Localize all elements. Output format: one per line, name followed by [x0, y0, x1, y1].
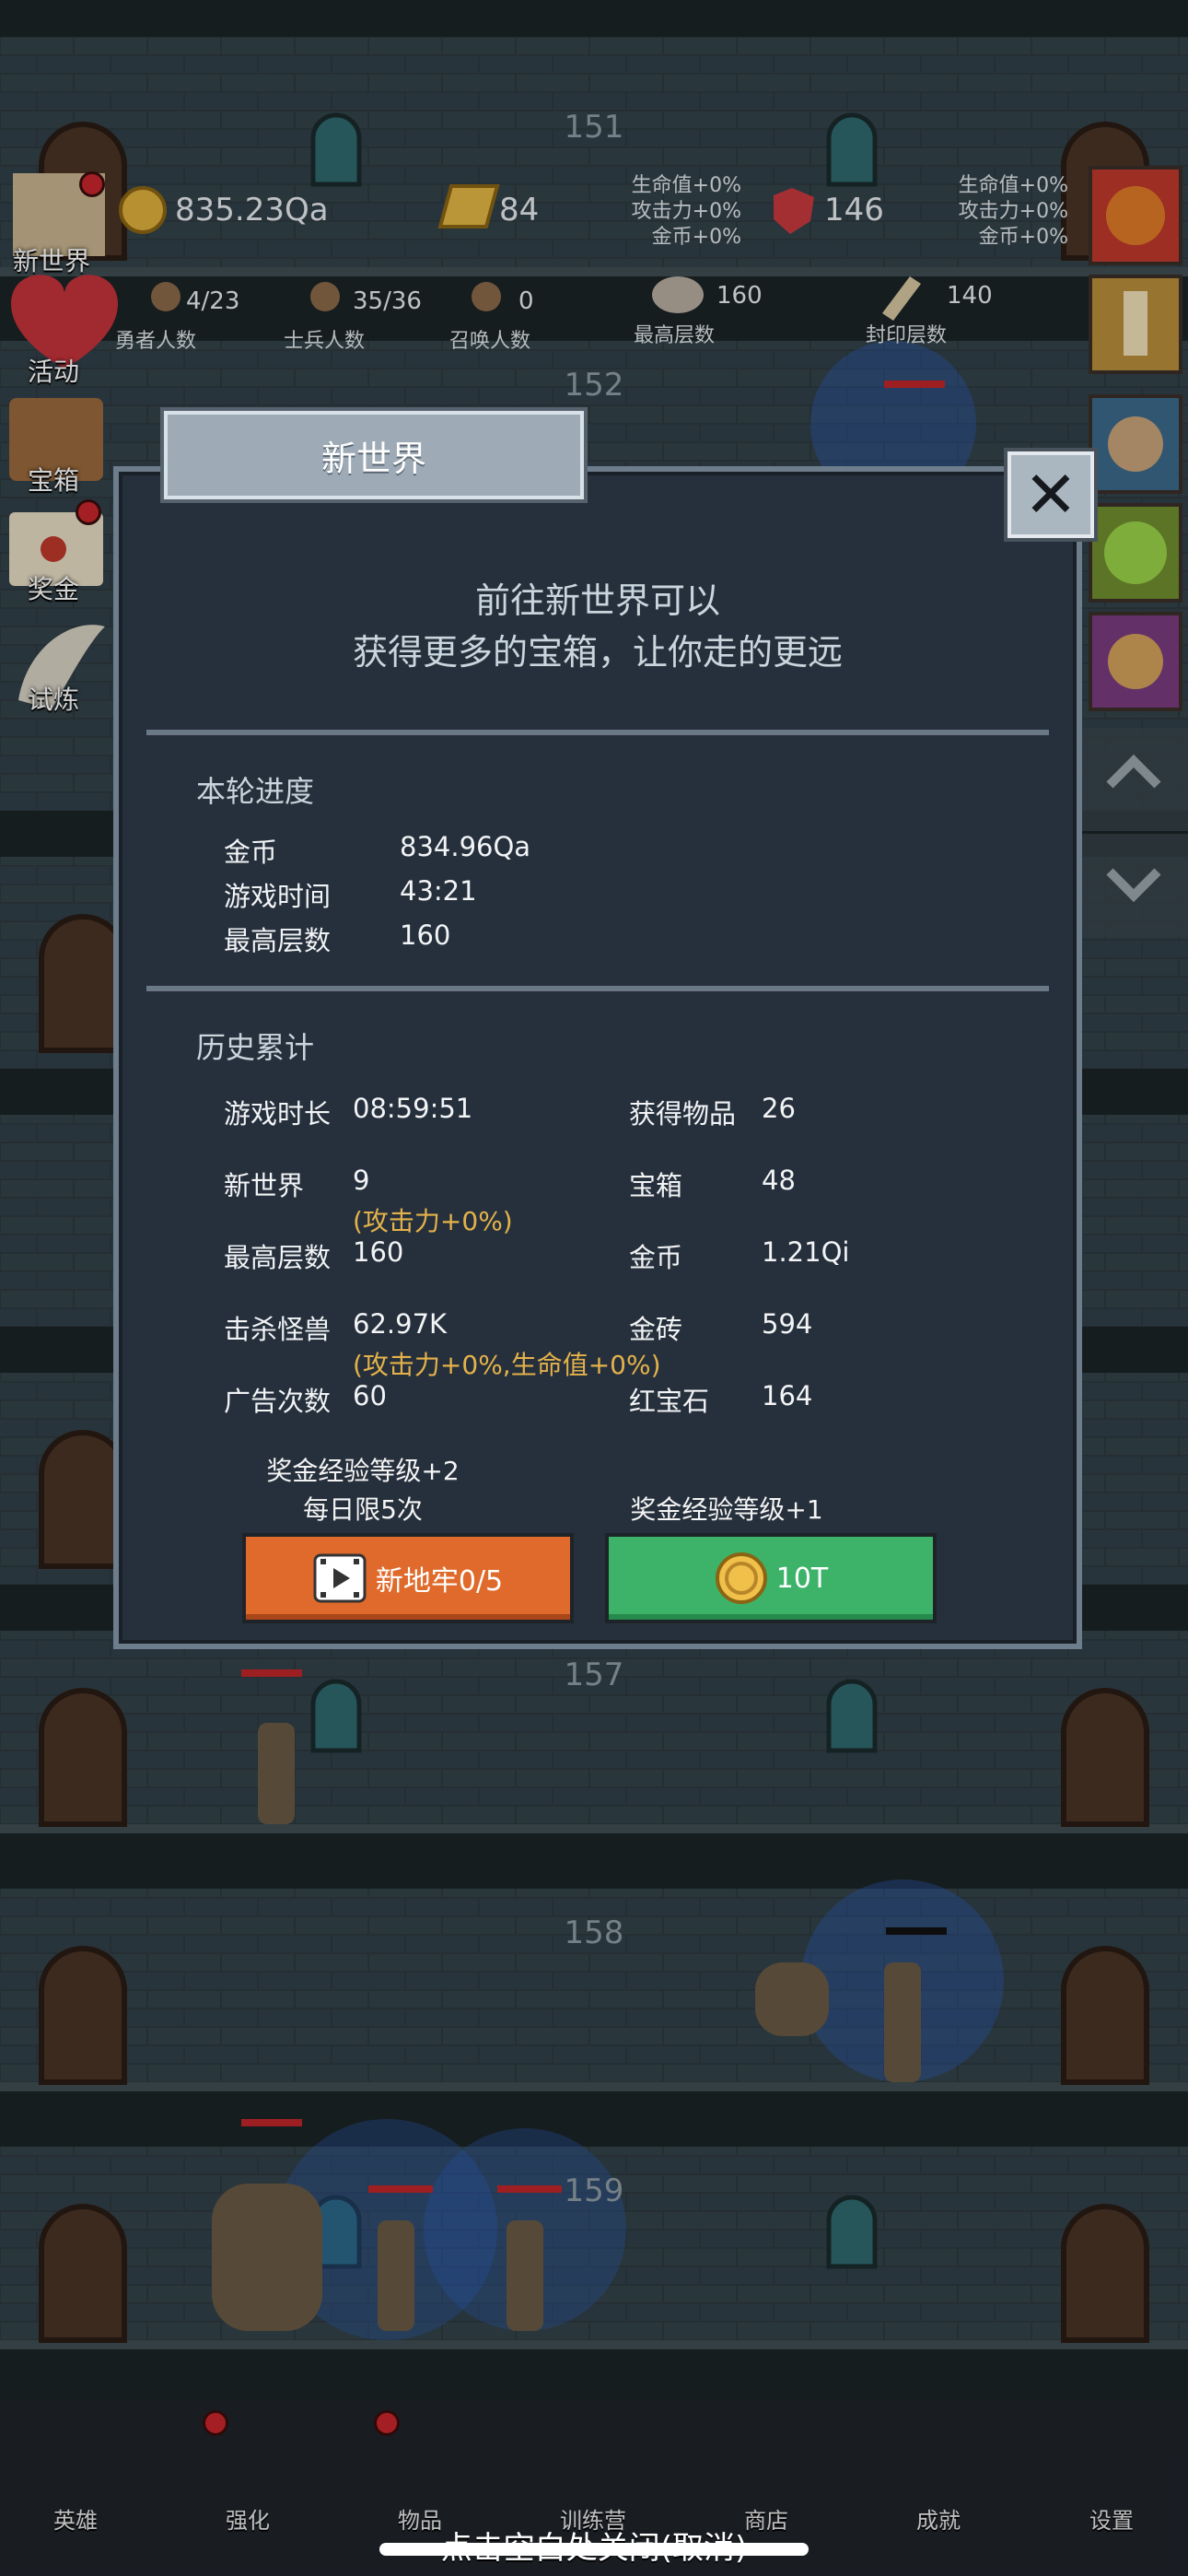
- round-time-label: 游戏时间: [224, 881, 332, 912]
- gold-bonus-level: 奖金经验等级+1: [630, 1494, 823, 1525]
- video-play-icon: [313, 1553, 367, 1603]
- gold-coin-icon: [715, 1552, 767, 1604]
- divider: [146, 730, 1049, 735]
- divider: [146, 986, 1049, 991]
- items-value: 26: [762, 1093, 796, 1124]
- round-gold-label: 金币: [224, 837, 278, 868]
- gold-bar-value: 594: [762, 1308, 813, 1340]
- play-time-value: 08:59:51: [353, 1093, 473, 1124]
- modal-title: 新世界: [320, 438, 426, 479]
- intro-line: 获得更多的宝箱，让你走的更远: [352, 632, 843, 673]
- round-progress-title: 本轮进度: [196, 774, 315, 809]
- round-max-floor-label: 最高层数: [224, 925, 332, 956]
- new-world-bonus-note: (攻击力+0%): [353, 1206, 513, 1236]
- buy-button-price: 10T: [775, 1562, 829, 1595]
- items-label: 获得物品: [629, 1098, 737, 1130]
- ad-daily-limit: 每日限5次: [303, 1494, 423, 1525]
- close-button[interactable]: ✕: [1007, 451, 1094, 538]
- kills-label: 击杀怪兽: [224, 1314, 332, 1345]
- buy-with-gold-button[interactable]: 10T: [605, 1533, 937, 1623]
- gold-bar-label: 金砖: [629, 1314, 683, 1345]
- history-gold-label: 金币: [629, 1242, 683, 1273]
- history-max-floor-label: 最高层数: [224, 1242, 332, 1273]
- round-max-floor-value: 160: [400, 919, 451, 951]
- ruby-label: 红宝石: [629, 1386, 710, 1417]
- kills-bonus-note: (攻击力+0%,生命值+0%): [353, 1350, 661, 1380]
- close-icon: ✕: [1023, 457, 1078, 533]
- round-gold-value: 834.96Qa: [400, 831, 531, 862]
- chest-label: 宝箱: [629, 1170, 683, 1201]
- intro-text: 前往新世界可以 获得更多的宝箱，让你走的更远: [119, 575, 1077, 678]
- history-title: 历史累计: [196, 1030, 315, 1065]
- chest-value: 48: [762, 1165, 796, 1196]
- new-world-dialog: 前往新世界可以 获得更多的宝箱，让你走的更远 本轮进度 金币 834.96Qa …: [113, 466, 1082, 1649]
- ad-bonus-level: 奖金经验等级+2: [266, 1456, 460, 1486]
- watch-ad-button-label: 新地牢0/5: [375, 1565, 504, 1598]
- round-time-value: 43:21: [400, 875, 477, 907]
- kills-value: 62.97K: [353, 1308, 448, 1340]
- home-indicator[interactable]: [379, 2543, 809, 2556]
- ruby-value: 164: [762, 1380, 813, 1411]
- play-time-label: 游戏时长: [224, 1098, 332, 1130]
- ads-label: 广告次数: [224, 1386, 332, 1417]
- history-gold-value: 1.21Qi: [762, 1236, 850, 1268]
- ad-bonus-info: 奖金经验等级+2 每日限5次: [202, 1452, 524, 1529]
- intro-line: 前往新世界可以: [474, 580, 720, 621]
- new-world-count-value: 9: [353, 1165, 370, 1196]
- modal-title-plate: 新世界: [164, 411, 584, 499]
- new-world-count-label: 新世界: [224, 1170, 305, 1201]
- ads-value: 60: [353, 1380, 387, 1411]
- history-max-floor-value: 160: [353, 1236, 404, 1268]
- watch-ad-new-dungeon-button[interactable]: 新地牢0/5: [242, 1533, 574, 1623]
